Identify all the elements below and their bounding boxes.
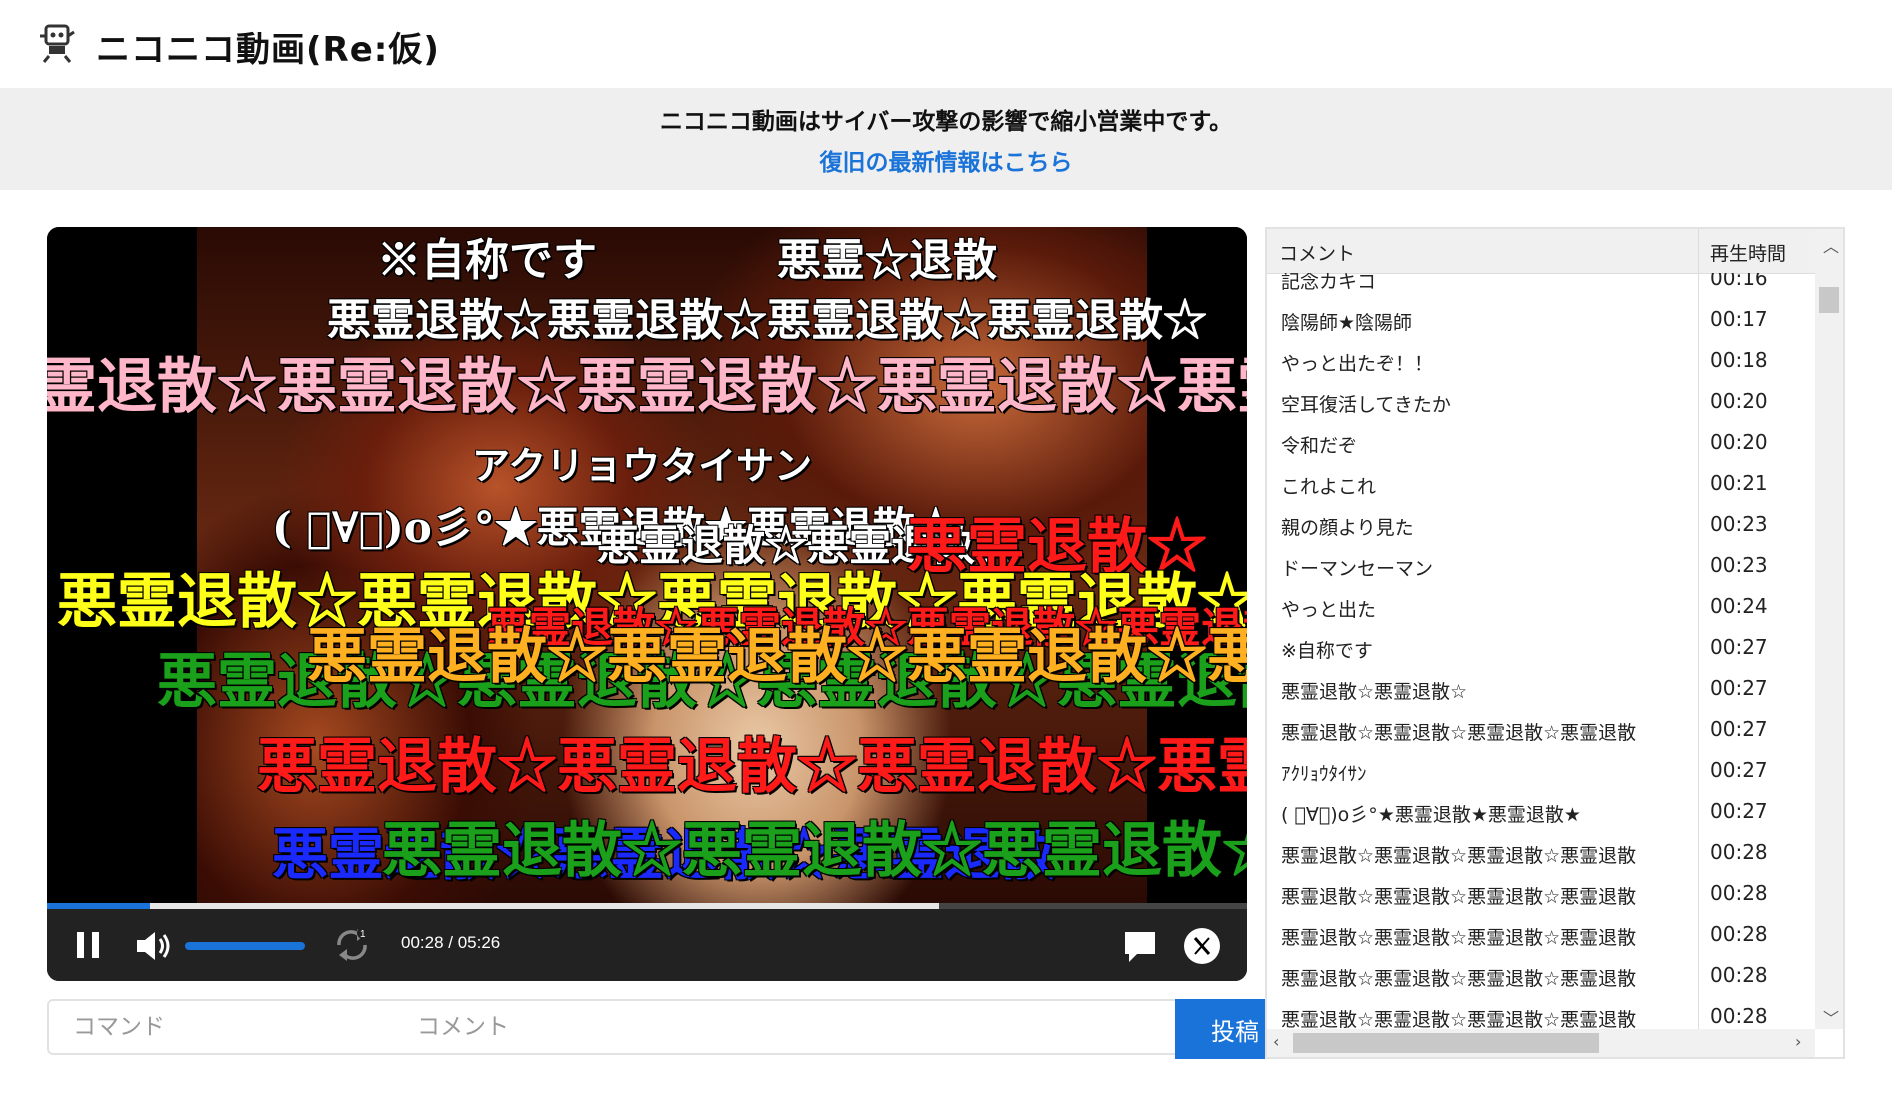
- comment-time: 00:18: [1710, 348, 1768, 372]
- comment-row[interactable]: 陰陽師★陰陽師 00:17: [1267, 300, 1815, 341]
- comment-time: 00:28: [1710, 1004, 1768, 1028]
- comment-text: 悪霊退散☆悪霊退散☆悪霊退散☆悪霊退散: [1281, 722, 1637, 744]
- comment-toggle-icon[interactable]: [1123, 929, 1157, 963]
- horizontal-scrollbar[interactable]: ‹ ›: [1267, 1029, 1815, 1057]
- banner-message: ニコニコ動画はサイバー攻撃の影響で縮小営業中です。: [659, 109, 1233, 135]
- comment-list-panel: コメント 再生時間 記念カキコ 00:16 陰陽師★陰陽師 00:17 やっと出たぞ！！…: [1265, 227, 1845, 1059]
- recovery-info-link[interactable]: 復旧の最新情報はこちら: [0, 143, 1892, 177]
- comment-text: ドーマンセーマン: [1281, 558, 1434, 580]
- comment-time: 00:27: [1710, 799, 1768, 823]
- comment-row[interactable]: 悪霊退散☆悪霊退散☆悪霊退散☆悪霊退散 00:28: [1267, 915, 1815, 956]
- danmaku-comment: 悪霊退散☆悪霊退散☆悪霊退散☆悪霊退散☆: [257, 732, 1247, 802]
- comment-text: やっと出たぞ！！: [1281, 353, 1434, 375]
- comment-text: 悪霊退散☆悪霊退散☆: [1281, 681, 1468, 703]
- horizontal-scroll-thumb[interactable]: [1293, 1033, 1599, 1053]
- comment-text: ( ﾟ∀ﾟ)o彡°★悪霊退散★悪霊退散★: [1281, 804, 1581, 826]
- comment-row[interactable]: 悪霊退散☆悪霊退散☆悪霊退散☆悪霊退散 00:28: [1267, 874, 1815, 915]
- comment-row[interactable]: ドーマンセーマン 00:23: [1267, 546, 1815, 587]
- maintenance-banner: ニコニコ動画はサイバー攻撃の影響で縮小営業中です。 復旧の最新情報はこちら: [0, 88, 1892, 190]
- comment-text: ｱｸﾘｮｳﾀｲｻﾝ: [1281, 763, 1367, 785]
- comment-rows: 記念カキコ 00:16 陰陽師★陰陽師 00:17 やっと出たぞ！！ 00:18 空耳復活し…: [1267, 273, 1815, 1029]
- comment-time: 00:17: [1710, 307, 1768, 331]
- video-player: ※自称です 悪霊☆退散 悪霊退散☆悪霊退散☆悪霊退散☆悪霊退散☆ 霊退散☆悪霊退…: [47, 227, 1247, 981]
- niconico-logo-icon[interactable]: [36, 22, 78, 64]
- time-display: 00:28 / 05:26: [401, 933, 501, 952]
- comment-row[interactable]: 悪霊退散☆悪霊退散☆悪霊退散☆悪霊退散 00:28: [1267, 997, 1815, 1029]
- x-share-icon[interactable]: [1183, 927, 1221, 965]
- comment-text: 悪霊退散☆悪霊退散☆悪霊退散☆悪霊退散: [1281, 845, 1637, 867]
- comment-text: 陰陽師★陰陽師: [1281, 312, 1413, 334]
- comment-time: 00:28: [1710, 840, 1768, 864]
- player-controls: 1 00:28 / 05:26: [47, 909, 1247, 981]
- comment-row[interactable]: 親の顔より見た 00:23: [1267, 505, 1815, 546]
- scroll-up-icon[interactable]: ︿: [1823, 233, 1839, 257]
- column-header-comment[interactable]: コメント: [1279, 239, 1355, 266]
- comment-time: 00:28: [1710, 881, 1768, 905]
- comment-row[interactable]: やっと出たぞ！！ 00:18: [1267, 341, 1815, 382]
- comment-time: 00:27: [1710, 717, 1768, 741]
- comment-time: 00:27: [1710, 758, 1768, 782]
- site-header: ニコニコ動画(Re:仮): [0, 0, 1892, 88]
- comment-time: 00:28: [1710, 963, 1768, 987]
- comment-text: 悪霊退散☆悪霊退散☆悪霊退散☆悪霊退散: [1281, 1009, 1637, 1029]
- danmaku-comment: 悪霊退散☆悪霊退散☆悪霊退散☆悪霊退散☆: [327, 295, 1207, 346]
- comment-text: 悪霊退散☆悪霊退散☆悪霊退散☆悪霊退散: [1281, 968, 1637, 990]
- comment-row[interactable]: 悪霊退散☆悪霊退散☆悪霊退散☆悪霊退散 00:28: [1267, 956, 1815, 997]
- comment-row[interactable]: 令和だぞ 00:20: [1267, 423, 1815, 464]
- comment-row[interactable]: 悪霊退散☆悪霊退散☆悪霊退散☆悪霊退散 00:27: [1267, 710, 1815, 751]
- comment-time: 00:24: [1710, 594, 1768, 618]
- danmaku-comment: ※自称です: [377, 235, 597, 286]
- comment-time: 00:27: [1710, 635, 1768, 659]
- danmaku-comment: アクリョウタイサン: [472, 443, 813, 488]
- comment-form: 投稿: [47, 999, 1295, 1059]
- comment-time: 00:21: [1710, 471, 1768, 495]
- comment-text: 悪霊退散☆悪霊退散☆悪霊退散☆悪霊退散: [1281, 886, 1637, 908]
- comment-input[interactable]: [393, 999, 1177, 1055]
- comment-row[interactable]: ｱｸﾘｮｳﾀｲｻﾝ 00:27: [1267, 751, 1815, 792]
- scroll-right-icon[interactable]: ›: [1795, 1032, 1801, 1051]
- comment-text: 空耳復活してきたか: [1281, 394, 1451, 416]
- scroll-left-icon[interactable]: ‹: [1273, 1032, 1279, 1051]
- loop-icon[interactable]: 1: [333, 927, 371, 963]
- comment-row[interactable]: ( ﾟ∀ﾟ)o彡°★悪霊退散★悪霊退散★ 00:27: [1267, 792, 1815, 833]
- comment-text: 令和だぞ: [1281, 435, 1358, 457]
- comment-text: これよこれ: [1281, 476, 1377, 498]
- comment-row[interactable]: やっと出た 00:24: [1267, 587, 1815, 628]
- vertical-scrollbar[interactable]: ︿ ﹀: [1815, 229, 1843, 1029]
- comment-time: 00:27: [1710, 676, 1768, 700]
- comment-row[interactable]: 空耳復活してきたか 00:20: [1267, 382, 1815, 423]
- comment-text: 親の顔より見た: [1281, 517, 1414, 539]
- site-logo-text[interactable]: ニコニコ動画(Re:仮): [96, 22, 440, 71]
- comment-time: 00:28: [1710, 922, 1768, 946]
- comment-text: やっと出た: [1281, 599, 1377, 621]
- volume-slider[interactable]: [185, 942, 305, 950]
- danmaku-comment: 悪霊退散☆悪霊退散☆悪霊退散☆悪霊退散☆: [382, 816, 1247, 886]
- scroll-down-icon[interactable]: ﹀: [1823, 1005, 1839, 1029]
- comment-row[interactable]: 悪霊退散☆悪霊退散☆ 00:27: [1267, 669, 1815, 710]
- comment-time: 00:16: [1710, 273, 1768, 290]
- comment-text: 悪霊退散☆悪霊退散☆悪霊退散☆悪霊退散: [1281, 927, 1637, 949]
- comment-text: ※自称です: [1281, 640, 1373, 662]
- danmaku-comment: 霊退散☆悪霊退散☆悪霊退散☆悪霊退散☆悪霊退散: [47, 352, 1247, 422]
- comment-time: 00:20: [1710, 430, 1768, 454]
- comment-time: 00:23: [1710, 512, 1768, 536]
- pause-icon[interactable]: [73, 929, 103, 961]
- column-header-time[interactable]: 再生時間: [1710, 239, 1786, 266]
- command-input[interactable]: [47, 999, 395, 1055]
- comment-row[interactable]: 悪霊退散☆悪霊退散☆悪霊退散☆悪霊退散 00:28: [1267, 833, 1815, 874]
- svg-text:1: 1: [360, 929, 366, 940]
- comment-row[interactable]: ※自称です 00:27: [1267, 628, 1815, 669]
- volume-icon[interactable]: [135, 929, 175, 963]
- danmaku-comment: 悪霊退散☆悪霊退散☆悪霊退散☆悪霊退散: [307, 622, 1247, 692]
- comment-row[interactable]: これよこれ 00:21: [1267, 464, 1815, 505]
- comment-text: 記念カキコ: [1281, 273, 1377, 293]
- vertical-scroll-thumb[interactable]: [1819, 287, 1839, 313]
- danmaku-comment: 悪霊☆退散: [777, 235, 997, 286]
- comment-row[interactable]: 記念カキコ 00:16: [1267, 273, 1815, 300]
- comment-time: 00:20: [1710, 389, 1768, 413]
- video-screen[interactable]: ※自称です 悪霊☆退散 悪霊退散☆悪霊退散☆悪霊退散☆悪霊退散☆ 霊退散☆悪霊退…: [47, 227, 1247, 903]
- comment-time: 00:23: [1710, 553, 1768, 577]
- comment-list-header: コメント 再生時間: [1267, 229, 1815, 274]
